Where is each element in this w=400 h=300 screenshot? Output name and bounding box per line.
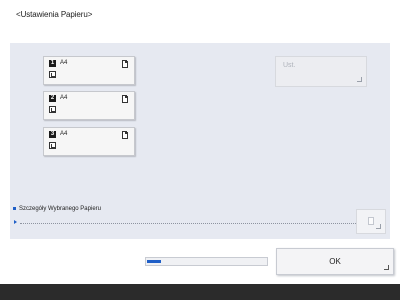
drawer-number-badge: 3	[49, 131, 56, 138]
paper-source-panel: 1 A4 2 A4 3 A4 Ust. Szczegóły Wybranego …	[10, 43, 390, 239]
document-icon	[368, 217, 374, 225]
corner-arrow-icon	[376, 224, 381, 229]
corner-arrow-icon	[384, 265, 389, 270]
paper-details-button[interactable]	[356, 209, 386, 234]
drawer-3-button[interactable]: 3 A4	[43, 127, 135, 156]
expand-arrow-icon	[14, 220, 17, 224]
drawer-number-badge: 1	[49, 60, 56, 67]
paper-tray-icon	[49, 142, 56, 149]
portrait-paper-icon	[122, 95, 128, 103]
bullet-icon	[13, 206, 16, 210]
drawer-2-button[interactable]: 2 A4	[43, 91, 135, 120]
bottom-status-bar	[0, 284, 400, 300]
selected-paper-details-heading: Szczegóły Wybranego Papieru	[13, 206, 101, 212]
ok-button[interactable]: OK	[276, 248, 394, 275]
paper-size-label: A4	[60, 131, 68, 137]
progress-fill	[147, 260, 161, 263]
settings-button[interactable]: Ust.	[275, 56, 367, 87]
portrait-paper-icon	[122, 60, 128, 68]
paper-tray-icon	[49, 71, 56, 78]
drawer-number-badge: 2	[49, 95, 56, 102]
drawer-1-button[interactable]: 1 A4	[43, 56, 135, 85]
dotted-divider	[20, 223, 368, 224]
details-label-text: Szczegóły Wybranego Papieru	[19, 206, 101, 212]
settings-button-label: Ust.	[283, 62, 296, 69]
paper-tray-icon	[49, 106, 56, 113]
corner-arrow-icon	[357, 77, 362, 82]
paper-size-label: A4	[60, 60, 68, 66]
portrait-paper-icon	[122, 131, 128, 139]
ok-button-label: OK	[329, 257, 341, 266]
progress-bar	[145, 257, 268, 266]
paper-size-label: A4	[60, 95, 68, 101]
page-title: <Ustawienia Papieru>	[16, 10, 93, 19]
